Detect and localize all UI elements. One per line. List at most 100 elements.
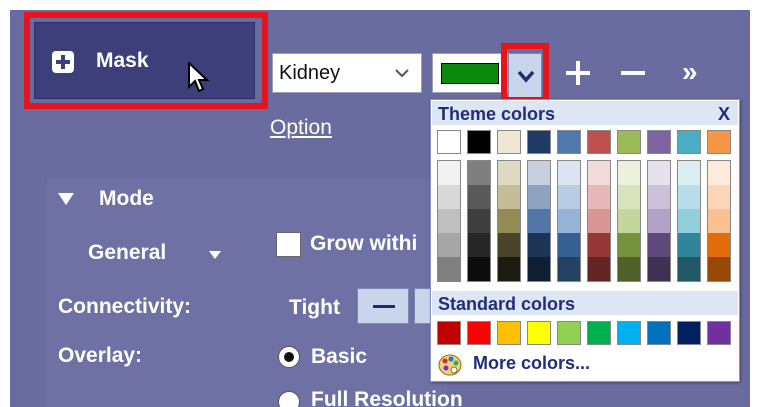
collapse-triangle-icon[interactable]: [58, 193, 74, 205]
theme-shade-swatch[interactable]: [648, 185, 670, 209]
overlay-basic-label: Basic: [311, 345, 368, 368]
theme-shade-swatch[interactable]: [438, 185, 460, 209]
theme-shade-swatch[interactable]: [618, 185, 640, 209]
theme-color-swatch[interactable]: [497, 130, 521, 154]
color-dropdown-highlight: [501, 43, 549, 103]
theme-shade-swatch[interactable]: [648, 257, 670, 281]
current-color-swatch: [441, 63, 499, 84]
plus-icon[interactable]: [565, 60, 591, 86]
theme-shade-swatch[interactable]: [498, 185, 520, 209]
theme-shade-swatch[interactable]: [438, 233, 460, 257]
theme-color-swatch[interactable]: [557, 130, 581, 154]
standard-color-swatch[interactable]: [437, 321, 461, 345]
theme-shade-swatch[interactable]: [648, 209, 670, 233]
mouse-cursor-icon: [188, 62, 210, 93]
option-link[interactable]: Option: [270, 116, 332, 140]
standard-color-swatch[interactable]: [617, 321, 641, 345]
connectivity-label: Connectivity:: [58, 295, 192, 318]
theme-shade-swatch[interactable]: [678, 185, 700, 209]
theme-shade-column: [617, 160, 641, 282]
minus-icon[interactable]: [620, 60, 646, 86]
overlay-basic-radio[interactable]: [278, 346, 300, 368]
theme-shade-column: [527, 160, 551, 282]
grow-within-checkbox[interactable]: [276, 232, 301, 257]
standard-color-swatch[interactable]: [677, 321, 701, 345]
theme-color-swatch[interactable]: [527, 130, 551, 154]
theme-shade-column: [497, 160, 521, 282]
mask-button-label: Mask: [96, 49, 149, 72]
theme-shade-swatch[interactable]: [528, 185, 550, 209]
standard-color-swatch[interactable]: [707, 321, 731, 345]
theme-shade-swatch[interactable]: [588, 233, 610, 257]
theme-shade-swatch[interactable]: [678, 233, 700, 257]
theme-shade-swatch[interactable]: [708, 185, 730, 209]
theme-color-swatch[interactable]: [677, 130, 701, 154]
theme-color-swatch[interactable]: [707, 130, 731, 154]
theme-shade-column: [437, 160, 461, 282]
theme-shade-swatch[interactable]: [708, 209, 730, 233]
standard-color-swatch[interactable]: [467, 321, 491, 345]
theme-shade-swatch[interactable]: [438, 209, 460, 233]
theme-shade-swatch[interactable]: [588, 161, 610, 185]
theme-shade-column: [677, 160, 701, 282]
mode-section-title[interactable]: Mode: [99, 187, 154, 211]
theme-shade-swatch[interactable]: [618, 209, 640, 233]
theme-shade-swatch[interactable]: [558, 209, 580, 233]
overlay-full-resolution-radio[interactable]: [278, 391, 300, 407]
theme-shade-swatch[interactable]: [678, 257, 700, 281]
caret-down-icon[interactable]: [209, 251, 221, 259]
standard-color-swatch[interactable]: [647, 321, 671, 345]
general-mode-dropdown[interactable]: General: [88, 241, 166, 265]
theme-color-swatch[interactable]: [437, 130, 461, 154]
theme-shade-swatch[interactable]: [558, 185, 580, 209]
theme-shade-swatch[interactable]: [468, 209, 490, 233]
theme-shade-swatch[interactable]: [498, 161, 520, 185]
target-structure-value: Kidney: [279, 62, 341, 84]
standard-color-swatch[interactable]: [527, 321, 551, 345]
theme-shade-swatch[interactable]: [468, 257, 490, 281]
standard-color-swatch[interactable]: [557, 321, 581, 345]
theme-shade-swatch[interactable]: [528, 233, 550, 257]
theme-shade-swatch[interactable]: [438, 257, 460, 281]
theme-shade-swatch[interactable]: [528, 257, 550, 281]
theme-shade-swatch[interactable]: [588, 209, 610, 233]
theme-shade-swatch[interactable]: [498, 233, 520, 257]
theme-shade-swatch[interactable]: [618, 257, 640, 281]
theme-shade-swatch[interactable]: [618, 233, 640, 257]
theme-shade-swatch[interactable]: [498, 257, 520, 281]
theme-color-swatch[interactable]: [617, 130, 641, 154]
theme-shade-swatch[interactable]: [618, 161, 640, 185]
theme-shade-column: [647, 160, 671, 282]
theme-shade-swatch[interactable]: [528, 209, 550, 233]
theme-shade-swatch[interactable]: [528, 161, 550, 185]
standard-color-swatch[interactable]: [497, 321, 521, 345]
theme-shade-swatch[interactable]: [588, 185, 610, 209]
theme-shade-swatch[interactable]: [648, 233, 670, 257]
theme-shade-swatch[interactable]: [498, 209, 520, 233]
theme-shade-swatch[interactable]: [468, 233, 490, 257]
theme-shade-swatch[interactable]: [558, 161, 580, 185]
theme-shade-swatch[interactable]: [708, 257, 730, 281]
theme-shade-swatch[interactable]: [678, 161, 700, 185]
close-icon[interactable]: X: [718, 104, 730, 125]
more-colors-link[interactable]: More colors...: [473, 353, 590, 374]
theme-color-swatch[interactable]: [587, 130, 611, 154]
theme-shade-swatch[interactable]: [708, 233, 730, 257]
theme-shade-swatch[interactable]: [588, 257, 610, 281]
theme-color-swatch[interactable]: [647, 130, 671, 154]
standard-color-swatch[interactable]: [587, 321, 611, 345]
connectivity-decrease-button[interactable]: [357, 288, 409, 324]
target-structure-dropdown[interactable]: Kidney: [272, 53, 422, 93]
theme-shade-column: [707, 160, 731, 282]
theme-color-swatch[interactable]: [467, 130, 491, 154]
theme-shade-swatch[interactable]: [678, 209, 700, 233]
theme-shade-swatch[interactable]: [468, 161, 490, 185]
color-display-box[interactable]: [432, 53, 508, 93]
theme-shade-swatch[interactable]: [438, 161, 460, 185]
theme-shade-swatch[interactable]: [708, 161, 730, 185]
theme-shade-swatch[interactable]: [468, 185, 490, 209]
theme-shade-swatch[interactable]: [648, 161, 670, 185]
theme-shade-swatch[interactable]: [558, 257, 580, 281]
theme-shade-swatch[interactable]: [558, 233, 580, 257]
more-options-icon[interactable]: »: [682, 56, 698, 88]
